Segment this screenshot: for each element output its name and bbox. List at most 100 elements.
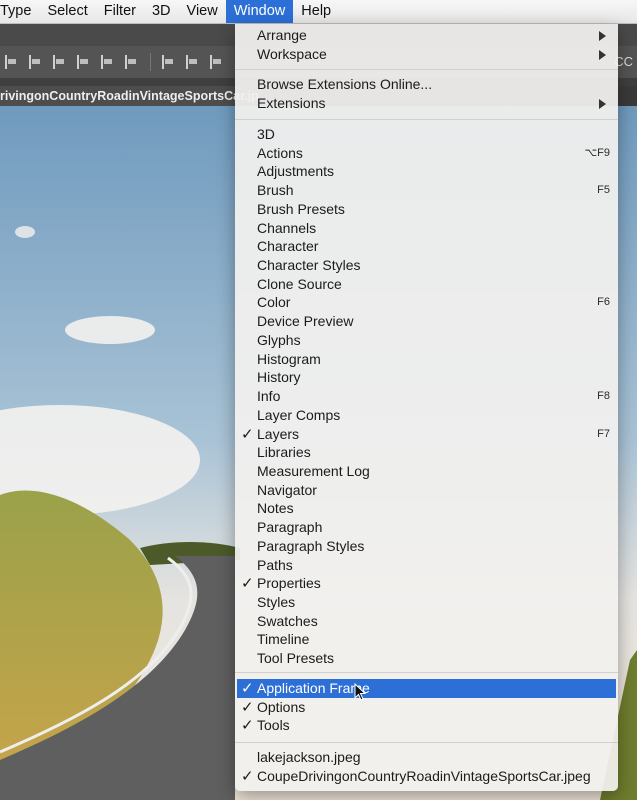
menubar-item-help[interactable]: Help xyxy=(293,0,339,23)
window-menu-dropdown: Arrange Workspace Browse Extensions Online… xyxy=(235,24,618,791)
menu-item-label: Paragraph Styles xyxy=(257,537,365,554)
menu-item-label: Clone Source xyxy=(257,275,342,292)
menu-item-histogram[interactable]: Histogram xyxy=(237,350,616,369)
menu-item-tool-presets[interactable]: Tool Presets xyxy=(237,649,616,668)
menu-item-character-styles[interactable]: Character Styles xyxy=(237,256,616,275)
menu-item-navigator[interactable]: Navigator xyxy=(237,481,616,500)
submenu-arrow-icon xyxy=(599,49,606,60)
menu-item-adjustments[interactable]: Adjustments xyxy=(237,162,616,181)
menu-item-channels[interactable]: Channels xyxy=(237,219,616,238)
menu-item-layers[interactable]: ✓ Layers F7 xyxy=(237,425,616,444)
menu-item-label: Tools xyxy=(257,717,290,734)
menu-item-glyphs[interactable]: Glyphs xyxy=(237,331,616,350)
menu-item-properties[interactable]: ✓ Properties xyxy=(237,574,616,593)
menu-item-label: Info xyxy=(257,388,281,405)
menu-item-options[interactable]: ✓ Options xyxy=(237,698,616,717)
align-vertical-center-icon[interactable] xyxy=(29,55,43,69)
menu-item-label: Color xyxy=(257,294,291,311)
menu-item-application-frame[interactable]: ✓ Application Frame xyxy=(237,679,616,698)
menu-item-lakejackson-jpeg[interactable]: lakejackson.jpeg xyxy=(237,748,616,767)
align-top-icon[interactable] xyxy=(5,55,19,69)
align-bottom-icon[interactable] xyxy=(53,55,67,69)
checkmark-icon: ✓ xyxy=(241,698,254,716)
menu-item-browse-extensions-online[interactable]: Browse Extensions Online... xyxy=(237,75,616,94)
menubar-item-3d[interactable]: 3D xyxy=(144,0,179,23)
menu-item-styles[interactable]: Styles xyxy=(237,593,616,612)
menu-item-label: Options xyxy=(257,698,306,715)
menu-separator xyxy=(235,119,618,120)
menu-item-label: Extensions xyxy=(257,94,326,111)
menu-item-label: Notes xyxy=(257,500,294,517)
document-tab[interactable]: rivingonCountryRoadinVintageSportsCar.jp xyxy=(0,86,263,106)
menu-item-paths[interactable]: Paths xyxy=(237,556,616,575)
menu-item-extensions[interactable]: Extensions xyxy=(237,94,616,113)
menu-item-notes[interactable]: Notes xyxy=(237,499,616,518)
menu-item-label: Measurement Log xyxy=(257,462,370,479)
align-right-icon[interactable] xyxy=(125,55,139,69)
menu-item-label: History xyxy=(257,369,301,386)
menu-item-actions[interactable]: Actions ⌥F9 xyxy=(237,144,616,163)
menu-item-tools[interactable]: ✓ Tools xyxy=(237,716,616,735)
menu-item-layer-comps[interactable]: Layer Comps xyxy=(237,406,616,425)
menu-item-label: Device Preview xyxy=(257,313,354,330)
menu-item-label: Character xyxy=(257,238,319,255)
menu-item-timeline[interactable]: Timeline xyxy=(237,630,616,649)
menu-item-clone-source[interactable]: Clone Source xyxy=(237,275,616,294)
menu-item-label: lakejackson.jpeg xyxy=(257,749,361,765)
align-horizontal-center-icon[interactable] xyxy=(101,55,115,69)
checkmark-icon: ✓ xyxy=(241,575,254,593)
submenu-arrow-icon xyxy=(599,98,606,109)
menubar-item-type[interactable]: Type xyxy=(0,0,39,23)
menu-item-coupedrivingoncountryroadinvintagesportscar-jpeg[interactable]: ✓ CoupeDrivingonCountryRoadinVintageSport… xyxy=(237,767,616,786)
toolbar-divider xyxy=(150,53,151,71)
menu-item-info[interactable]: Info F8 xyxy=(237,387,616,406)
menu-item-color[interactable]: Color F6 xyxy=(237,293,616,312)
menu-item-paragraph-styles[interactable]: Paragraph Styles xyxy=(237,537,616,556)
menu-item-swatches[interactable]: Swatches xyxy=(237,612,616,631)
distribute-bottom-icon[interactable] xyxy=(210,55,224,69)
shortcut-label: F5 xyxy=(597,184,610,197)
menu-item-label: Histogram xyxy=(257,350,321,367)
menu-item-label: Paragraph xyxy=(257,519,323,536)
menu-item-label: Properties xyxy=(257,575,321,592)
menu-item-label: CoupeDrivingonCountryRoadinVintageSports… xyxy=(257,767,591,784)
menu-item-label: Workspace xyxy=(257,45,327,62)
menubar-item-filter[interactable]: Filter xyxy=(96,0,144,23)
checkmark-icon: ✓ xyxy=(241,680,254,697)
menu-item-device-preview[interactable]: Device Preview xyxy=(237,312,616,331)
mouse-pointer-icon xyxy=(354,683,366,701)
menu-item-arrange[interactable]: Arrange xyxy=(237,26,616,45)
menu-item-label: Paths xyxy=(257,556,293,573)
shortcut-label: F6 xyxy=(597,296,610,309)
menu-item-label: Arrange xyxy=(257,27,307,43)
menu-bar: Type Select Filter 3D View Window Help xyxy=(0,0,637,24)
menu-item-history[interactable]: History xyxy=(237,368,616,387)
menu-item-workspace[interactable]: Workspace xyxy=(237,45,616,64)
menu-item-3d[interactable]: 3D xyxy=(237,125,616,144)
menu-item-libraries[interactable]: Libraries xyxy=(237,443,616,462)
menu-item-brush-presets[interactable]: Brush Presets xyxy=(237,200,616,219)
shortcut-label: ⌥F9 xyxy=(584,146,610,159)
checkmark-icon: ✓ xyxy=(241,717,254,735)
distribute-center-icon[interactable] xyxy=(186,55,200,69)
menu-item-label: Tool Presets xyxy=(257,650,335,667)
menu-separator xyxy=(235,672,618,673)
menubar-item-view[interactable]: View xyxy=(179,0,226,23)
menu-item-measurement-log[interactable]: Measurement Log xyxy=(237,462,616,481)
menubar-item-window[interactable]: Window xyxy=(225,0,294,23)
menu-item-label: Channels xyxy=(257,219,317,236)
shortcut-label: F8 xyxy=(597,390,610,403)
menu-item-label: Styles xyxy=(257,594,296,610)
menu-item-label: Swatches xyxy=(257,612,318,629)
menu-item-character[interactable]: Character xyxy=(237,237,616,256)
menu-item-label: Libraries xyxy=(257,444,311,461)
distribute-top-icon[interactable] xyxy=(162,55,176,69)
menu-item-paragraph[interactable]: Paragraph xyxy=(237,518,616,537)
menubar-item-select[interactable]: Select xyxy=(39,0,95,23)
menu-item-label: Layer Comps xyxy=(257,406,341,423)
align-left-icon[interactable] xyxy=(77,55,91,69)
menu-item-brush[interactable]: Brush F5 xyxy=(237,181,616,200)
menu-item-label: Navigator xyxy=(257,481,317,498)
menu-item-label: Glyphs xyxy=(257,331,301,348)
menu-item-label: Actions xyxy=(257,144,303,161)
